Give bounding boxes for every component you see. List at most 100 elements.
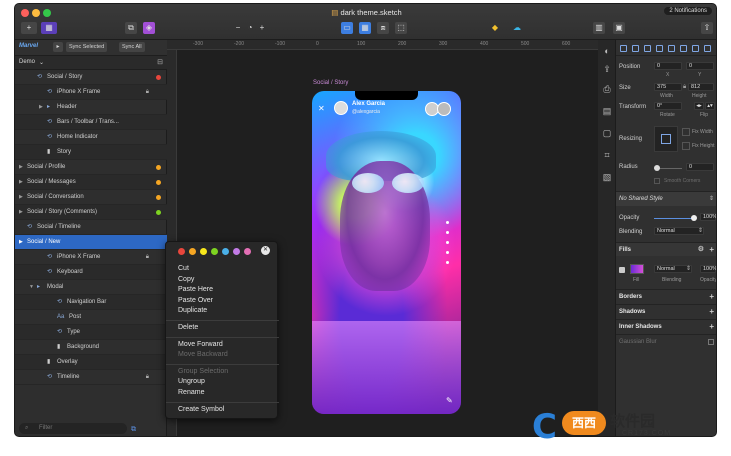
layer-row[interactable]: ⟲ Keyboard — [15, 265, 167, 280]
create-symbol-button[interactable]: ◈ — [143, 22, 155, 34]
symbols-button[interactable]: ▦ — [41, 22, 57, 34]
layer-row[interactable]: ▶ Social / New — [15, 235, 167, 250]
disclosure-closed-icon[interactable]: ▶ — [19, 190, 23, 205]
opacity-field[interactable]: 100% — [700, 213, 716, 221]
layer-row[interactable]: ⟲ Bars / Toolbar / Trans... — [15, 115, 167, 130]
artboard-social-story[interactable]: ✕ Alex Garcia @alexgarcia ✎ — [312, 91, 461, 414]
zoom-icon[interactable]: ◔ — [245, 22, 255, 34]
forward-button[interactable]: ⧉ — [125, 22, 137, 34]
menu-item-create-symbol[interactable]: Create Symbol — [178, 406, 224, 413]
layer-row[interactable]: ▶ Social / Profile — [15, 160, 167, 175]
disclosure-closed-icon[interactable]: ▶ — [19, 235, 23, 250]
radius-slider-thumb[interactable] — [654, 165, 660, 171]
zoom-in-button[interactable]: + — [257, 22, 267, 34]
position-y-field[interactable]: 0 — [686, 62, 714, 70]
disclosure-closed-icon[interactable]: ▶ — [39, 100, 43, 115]
menu-item-cut[interactable]: Cut — [178, 265, 189, 272]
align-left-icon[interactable] — [620, 45, 627, 52]
shadows-header[interactable]: Shadows + — [616, 304, 716, 318]
canvas-view-button[interactable]: ▣ — [613, 22, 625, 34]
layer-row[interactable]: ⟲ Type — [15, 325, 167, 340]
menu-item-duplicate[interactable]: Duplicate — [178, 307, 207, 314]
color-tag-option[interactable] — [200, 248, 207, 255]
artboard-label[interactable]: Social / Story — [313, 80, 348, 86]
cloud-upload-button[interactable]: ☁ — [509, 22, 525, 34]
layer-row[interactable]: ▶ Social / Messages — [15, 175, 167, 190]
transform-button[interactable]: ⬚ — [395, 22, 407, 34]
play-icon[interactable]: ▸ — [53, 42, 63, 52]
layer-row[interactable]: ⟲ Navigation Bar — [15, 295, 167, 310]
gaussian-blur-row[interactable]: Gaussian Blur — [616, 334, 716, 348]
lock-icon[interactable]: 🔒︎ — [146, 85, 149, 100]
fill-opacity-field[interactable]: 100% — [700, 265, 716, 273]
smooth-corners-checkbox[interactable] — [654, 178, 660, 184]
disclosure-closed-icon[interactable]: ▶ — [19, 205, 23, 220]
lock-icon[interactable]: 🔒︎ — [146, 250, 149, 265]
layer-row[interactable]: ⟲ iPhone X Frame 🔒︎ — [15, 85, 167, 100]
fix-height-checkbox[interactable] — [682, 142, 690, 150]
union-button[interactable]: ⧈ — [377, 22, 389, 34]
menu-item-ungroup[interactable]: Ungroup — [178, 378, 205, 385]
color-tag-option[interactable] — [189, 248, 196, 255]
add-fill-icon[interactable]: + — [709, 243, 714, 257]
flip-horizontal-icon[interactable]: ◂▸ — [694, 102, 704, 110]
disclosure-closed-icon[interactable]: ▶ — [19, 160, 23, 175]
align-middle-icon[interactable] — [668, 45, 675, 52]
zoom-out-button[interactable]: − — [233, 22, 243, 34]
crop-icon[interactable]: ⌗ — [602, 150, 612, 160]
frame-icon[interactable]: ▢ — [602, 128, 612, 138]
inner-shadows-header[interactable]: Inner Shadows + — [616, 319, 716, 334]
layer-row[interactable]: ⟲ iPhone X Frame 🔒︎ — [15, 250, 167, 265]
layer-row[interactable]: ⟲ Timeline 🔒︎ — [15, 370, 167, 385]
radius-field[interactable]: 0 — [686, 163, 714, 171]
notifications-badge[interactable]: 2 Notifications — [664, 7, 712, 15]
menu-item-move-forward[interactable]: Move Forward — [178, 341, 223, 348]
fill-enabled-checkbox[interactable] — [619, 267, 625, 273]
disclosure-open-icon[interactable]: ▼ — [29, 280, 34, 295]
sync-selected-button[interactable]: Sync Selected — [66, 42, 108, 52]
menu-item-rename[interactable]: Rename — [178, 389, 204, 396]
rotate-field[interactable]: 0° — [654, 102, 682, 110]
layer-row[interactable]: ▶ Social / Conversation — [15, 190, 167, 205]
palette-icon[interactable]: ▤ — [602, 106, 612, 116]
resizing-widget[interactable] — [654, 126, 678, 152]
layer-row[interactable]: ▮ Story — [15, 145, 167, 160]
grid-view-button[interactable]: ▦ — [359, 22, 371, 34]
layer-row[interactable]: ▶ Social / Story (Comments) — [15, 205, 167, 220]
lock-ratio-icon[interactable]: 🔒︎ — [683, 84, 686, 91]
marvel-button[interactable]: ◆ — [489, 22, 501, 34]
edit-icon[interactable]: ✎ — [446, 396, 453, 405]
layer-row[interactable]: Aa Post — [15, 310, 167, 325]
color-tag-option[interactable] — [222, 248, 229, 255]
close-icon[interactable]: ✕ — [318, 104, 325, 113]
menu-item-copy[interactable]: Copy — [178, 276, 194, 283]
borders-header[interactable]: Borders + — [616, 289, 716, 303]
gaussian-blur-checkbox[interactable] — [708, 339, 714, 345]
layer-row[interactable]: ▼ ▸ Modal — [15, 280, 167, 295]
layer-row[interactable]: ▮ Overlay — [15, 355, 167, 370]
layer-row[interactable]: ▮ Background — [15, 340, 167, 355]
view-button[interactable]: ▥ — [593, 22, 605, 34]
width-field[interactable]: 375 — [654, 83, 682, 91]
viewer-avatar[interactable] — [437, 102, 451, 116]
add-page-icon[interactable]: ⊟ — [157, 58, 163, 66]
menu-item-paste-over[interactable]: Paste Over — [178, 297, 213, 304]
fix-width-checkbox[interactable] — [682, 128, 690, 136]
gear-icon[interactable]: ⚙ — [698, 243, 704, 257]
fill-swatch[interactable] — [630, 264, 644, 274]
upload-icon[interactable]: ⇪ — [602, 64, 612, 74]
image-icon[interactable]: ▧ — [602, 172, 612, 182]
layer-row[interactable]: ▶ ▸ Header — [15, 100, 167, 115]
align-top-icon[interactable] — [656, 45, 663, 52]
insert-button[interactable]: + — [21, 22, 37, 34]
flip-vertical-icon[interactable]: ▴▾ — [705, 102, 715, 110]
position-x-field[interactable]: 0 — [654, 62, 682, 70]
blending-select[interactable]: Normal — [654, 227, 704, 235]
add-inner-shadow-icon[interactable]: + — [709, 320, 714, 334]
opacity-slider[interactable] — [654, 218, 694, 219]
sync-all-button[interactable]: Sync All — [119, 42, 145, 52]
export-button[interactable]: ⇧ — [701, 22, 713, 34]
layer-row[interactable]: ⟲ Social / Timeline — [15, 220, 167, 235]
color-tag-option[interactable] — [178, 248, 185, 255]
filter-options-icon[interactable]: ⧉ — [131, 426, 136, 434]
